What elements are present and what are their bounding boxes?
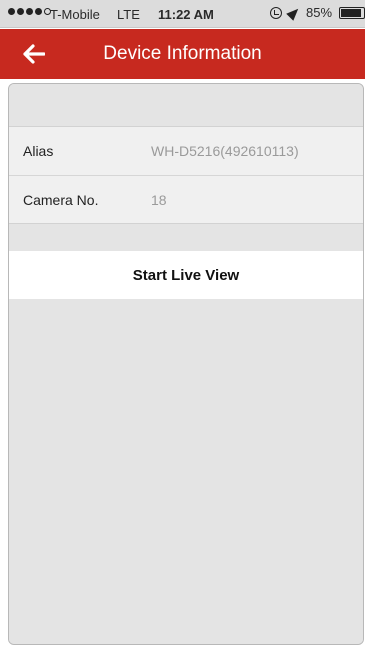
location-icon	[286, 4, 302, 21]
camera-number-label: Camera No.	[23, 191, 99, 208]
empty-area	[9, 299, 363, 644]
alias-label: Alias	[23, 143, 54, 159]
device-info-list: Alias WH-D5216(492610113) Camera No. 18	[9, 126, 363, 224]
status-indicators: 85%	[270, 4, 365, 21]
camera-number-row: Camera No. 18	[9, 175, 363, 223]
section-spacer	[9, 84, 363, 126]
navigation-bar: Device Information	[0, 29, 365, 79]
signal-strength-icon	[8, 8, 51, 15]
device-information-screen: T-Mobile LTE 11:22 AM 85% Device Informa…	[0, 0, 365, 647]
status-time: 11:22 AM	[158, 7, 214, 22]
status-bar: T-Mobile LTE 11:22 AM 85%	[0, 0, 365, 28]
rotation-lock-icon	[270, 6, 282, 19]
camera-number-value: 18	[151, 191, 167, 208]
content-panel: Alias WH-D5216(492610113) Camera No. 18 …	[8, 83, 364, 645]
start-live-view-button[interactable]: Start Live View	[9, 251, 363, 299]
page-title: Device Information	[103, 43, 262, 64]
network-type: LTE	[117, 7, 140, 22]
battery-percent: 85%	[306, 5, 333, 20]
alias-row: Alias WH-D5216(492610113)	[9, 127, 363, 175]
section-spacer	[9, 224, 363, 251]
battery-icon	[339, 6, 365, 19]
carrier-name: T-Mobile	[50, 7, 100, 22]
alias-value: WH-D5216(492610113)	[151, 143, 299, 159]
